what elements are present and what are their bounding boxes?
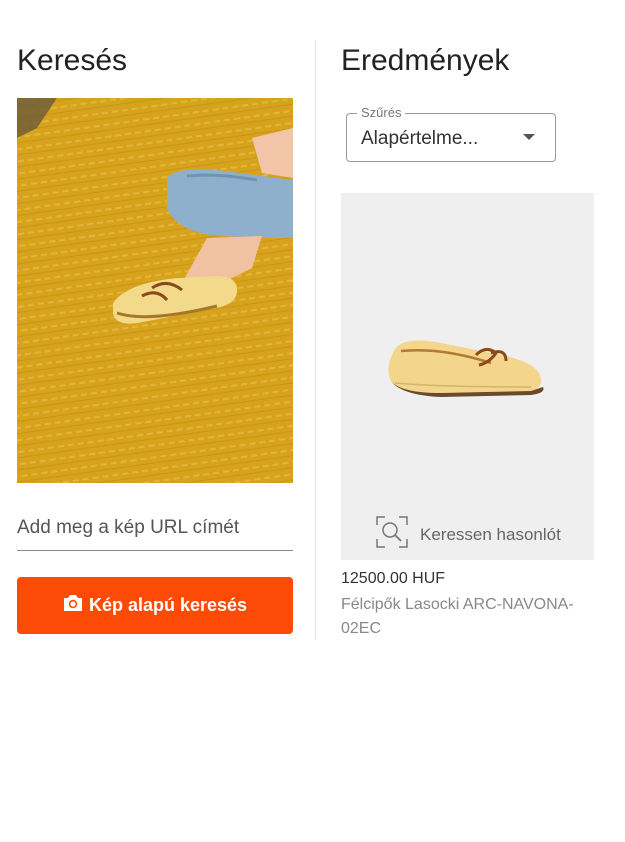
filter-select[interactable]: Szűrés Alapértelme...	[346, 105, 556, 162]
image-search-button[interactable]: Kép alapú keresés	[17, 577, 293, 634]
camera-icon	[63, 594, 83, 617]
product-price: 12500.00 HUF	[341, 570, 446, 587]
product-image	[381, 323, 551, 418]
product-card[interactable]: Keressen hasonlót	[341, 193, 594, 560]
column-divider	[315, 40, 316, 640]
find-similar-link[interactable]: Keressen hasonlót	[376, 516, 561, 553]
dropdown-arrow-icon	[523, 134, 535, 140]
image-search-button-label: Kép alapú keresés	[88, 595, 248, 615]
find-similar-label: Keressen hasonlót	[420, 524, 561, 544]
query-image	[17, 98, 293, 483]
filter-value: Alapértelme...	[361, 128, 479, 149]
filter-legend: Szűrés	[357, 105, 406, 120]
url-input[interactable]	[17, 508, 293, 548]
results-title: Eredmények	[341, 44, 510, 77]
visual-search-icon	[376, 516, 408, 553]
url-field[interactable]	[17, 508, 293, 551]
search-title: Keresés	[17, 44, 128, 77]
product-name[interactable]: Félcipők Lasocki ARC-NAVONA-02EC	[341, 593, 594, 641]
